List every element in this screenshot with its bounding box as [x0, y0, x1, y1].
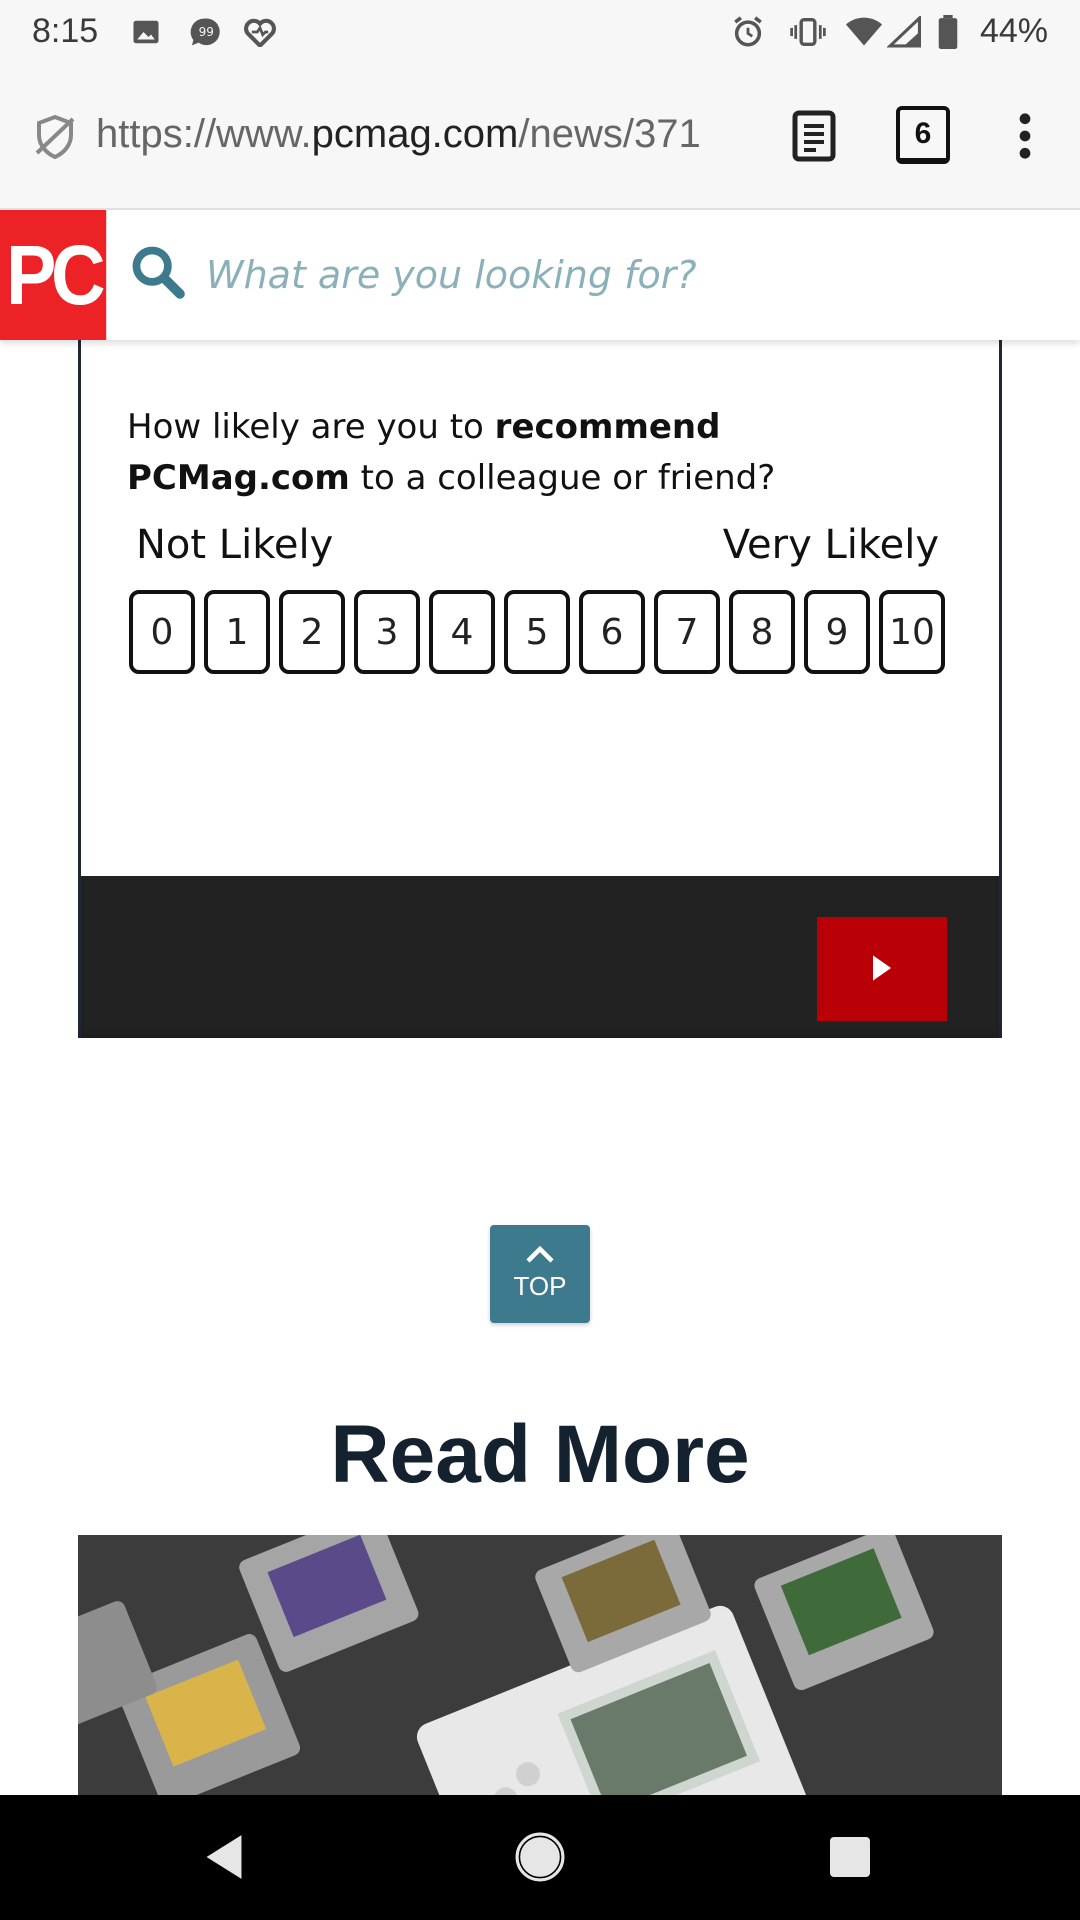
chat-icon: 99 [186, 14, 222, 50]
insecure-lock-icon[interactable] [30, 112, 80, 162]
battery-icon [930, 14, 966, 50]
game-cartridges-image [78, 1535, 1002, 1795]
url-bar[interactable]: https://www.pcmag.com/news/371 [96, 112, 760, 160]
read-more-heading: Read More [330, 1409, 750, 1500]
back-to-top-button[interactable]: TOP [490, 1225, 590, 1323]
url-prefix: https://www. [96, 112, 312, 156]
question-bold-recommend: recommend [494, 407, 721, 447]
question-suffix: to a colleague or friend? [349, 458, 776, 498]
rating-button-8[interactable]: 8 [729, 590, 795, 674]
scale-high-label: Very Likely [722, 522, 939, 568]
rating-button-9[interactable]: 9 [804, 590, 870, 674]
rating-button-7[interactable]: 7 [654, 590, 720, 674]
recents-icon[interactable] [818, 1825, 882, 1889]
article-thumbnail[interactable] [78, 1535, 1002, 1795]
signal-icon [886, 14, 922, 50]
question-prefix: How likely are you to [127, 407, 495, 447]
rating-button-1[interactable]: 1 [204, 590, 270, 674]
nps-survey: How likely are you to recommend PCMag.com… [78, 340, 1002, 1038]
chevron-up-icon [525, 1245, 555, 1269]
site-header: PC [0, 210, 1080, 340]
rating-button-3[interactable]: 3 [354, 590, 420, 674]
scale-low-label: Not Likely [136, 522, 334, 568]
survey-question: How likely are you to recommend PCMag.com… [127, 402, 947, 504]
wifi-icon [846, 14, 882, 50]
rating-button-5[interactable]: 5 [504, 590, 570, 674]
survey-next-button[interactable] [817, 917, 947, 1021]
status-bar: 8:15 99 44% [0, 0, 1080, 64]
svg-text:99: 99 [199, 25, 214, 39]
survey-footer [81, 876, 999, 1038]
more-menu-icon[interactable] [1010, 108, 1040, 164]
search-input[interactable] [206, 240, 1046, 310]
home-icon[interactable] [508, 1825, 572, 1889]
image-icon [128, 14, 164, 50]
back-icon[interactable] [192, 1825, 256, 1889]
pcmag-logo[interactable]: PC [0, 210, 107, 340]
rating-button-6[interactable]: 6 [579, 590, 645, 674]
search-icon[interactable] [128, 242, 186, 300]
top-label: TOP [513, 1271, 567, 1301]
tab-switcher-button[interactable]: 6 [896, 106, 950, 164]
rating-button-0[interactable]: 0 [129, 590, 195, 674]
battery-percent: 44% [979, 12, 1048, 50]
rating-button-2[interactable]: 2 [279, 590, 345, 674]
vibrate-icon [790, 14, 826, 50]
status-time: 8:15 [32, 12, 99, 50]
url-path: /news/371 [518, 112, 701, 156]
question-bold-site: PCMag.com [127, 458, 350, 498]
rating-scale: 0 1 2 3 4 5 6 7 8 9 10 [129, 590, 945, 674]
rating-button-4[interactable]: 4 [429, 590, 495, 674]
heart-pulse-icon [242, 14, 278, 50]
browser-toolbar: https://www.pcmag.com/news/371 6 [0, 64, 1080, 210]
rating-button-10[interactable]: 10 [879, 590, 945, 674]
alarm-icon [730, 14, 766, 50]
reader-mode-icon[interactable] [790, 108, 838, 164]
system-nav-bar [0, 1795, 1080, 1920]
play-arrow-icon [873, 954, 891, 984]
url-host: pcmag.com [311, 112, 519, 156]
